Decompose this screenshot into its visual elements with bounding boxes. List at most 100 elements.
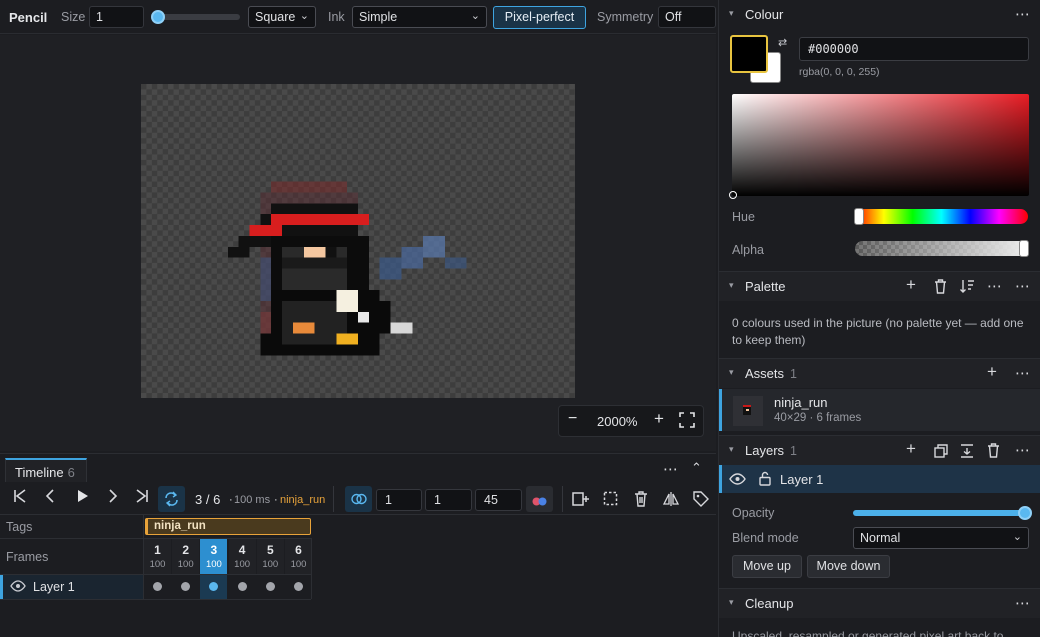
frames-row-label: Frames [6,550,49,564]
unlock-icon[interactable] [759,471,771,489]
palette-section-header[interactable]: ▾ Palette + ⋯ ⋯ [719,271,1040,301]
play-icon[interactable] [72,488,92,510]
chevron-down-icon: ▾ [729,597,734,607]
zoom-out-button[interactable]: − [568,410,577,428]
delete-frame-icon[interactable] [634,491,648,510]
flip-icon[interactable] [662,491,680,510]
first-frame-icon[interactable] [10,488,30,510]
cleanup-section-header[interactable]: ▾ Cleanup ⋯ [719,588,1040,618]
loop-toggle[interactable] [158,486,185,512]
ink-select[interactable]: Simple ⌄ [352,6,487,28]
frame-duration: 100 [149,559,166,570]
frame-header-3[interactable]: 3 100 [200,539,228,575]
canvas-viewport[interactable]: − 2000% + [0,35,716,451]
cel-4[interactable] [229,575,256,599]
sprite-canvas[interactable] [141,84,575,398]
timeline-panel: Timeline 6 ⋯ ⌃ 3 / 6 · 100 ms · ninja_run… [0,453,716,637]
move-up-button[interactable]: Move up [732,555,802,578]
chevron-down-icon: ▾ [729,367,734,377]
next-frame-icon[interactable] [102,488,122,510]
hue-slider[interactable] [854,208,1028,225]
move-down-button[interactable]: Move down [807,555,890,578]
layer-item-layer-1[interactable]: Layer 1 [719,465,1040,493]
chevron-down-icon: ⌄ [470,10,480,22]
tag-icon[interactable] [693,491,709,510]
more-icon[interactable]: ⋯ [1015,594,1030,612]
eye-icon[interactable] [729,473,746,488]
onion-opacity-input[interactable]: 45 [475,489,522,511]
frame-header-5[interactable]: 5 100 [256,539,284,575]
more-icon[interactable]: ⋯ [1015,441,1030,459]
last-frame-icon[interactable] [132,488,152,510]
assets-section-header[interactable]: ▾ Assets 1 + ⋯ [719,358,1040,388]
cel-dot [209,582,219,591]
symmetry-select[interactable]: Off [658,6,716,28]
saturation-value-picker[interactable] [729,94,1029,199]
zoom-in-button[interactable]: + [654,409,664,429]
onion-skin-toggle[interactable] [345,486,372,512]
add-icon[interactable]: + [987,362,997,382]
collapse-up-icon[interactable]: ⌃ [691,460,702,476]
opacity-label: Opacity [732,506,775,520]
cel-5[interactable] [257,575,284,599]
more-icon[interactable]: ⋯ [1015,364,1030,382]
hex-input[interactable]: #000000 [799,37,1029,61]
size-label: Size [61,10,86,24]
fit-screen-icon[interactable] [679,412,695,431]
cel-3[interactable] [200,575,228,599]
frame-number: 3 [210,543,218,557]
onion-tint-toggle[interactable] [526,486,553,512]
more-icon[interactable]: ⋯ [1015,5,1030,23]
onion-next-input[interactable]: 1 [425,489,472,511]
add-frame-icon[interactable] [572,491,589,510]
tags-row-label: Tags [6,520,33,534]
tool-name: Pencil [9,10,48,25]
brush-shape-select[interactable]: Square ⌄ [248,6,316,28]
asset-name: ninja_run [774,395,828,410]
cel-dot [237,582,247,591]
add-icon[interactable]: + [906,275,916,295]
trash-icon[interactable] [934,279,947,298]
pixel-perfect-toggle[interactable]: Pixel-perfect [493,6,586,29]
frame-header-4[interactable]: 4 100 [228,539,256,575]
more-icon[interactable]: ⋯ [987,277,1002,295]
primary-colour-swatch[interactable] [730,35,768,73]
alpha-label: Alpha [732,243,764,257]
cel-1[interactable] [144,575,171,599]
cel-6[interactable] [285,575,312,599]
merge-down-icon[interactable] [960,444,974,462]
onion-skin-icon [351,493,367,508]
tag-ninja-run[interactable]: ninja_run [145,518,311,535]
cel-2[interactable] [172,575,199,599]
duplicate-layer-icon[interactable] [934,444,948,462]
select-frames-icon[interactable] [603,491,618,509]
sort-icon[interactable] [960,279,975,297]
eye-icon[interactable] [10,580,26,595]
blend-mode-select[interactable]: Normal ⌄ [853,527,1029,549]
delete-layer-icon[interactable] [987,443,1000,462]
frame-header-1[interactable]: 1 100 [144,539,171,575]
layer-row-header[interactable]: Layer 1 [0,575,143,599]
asset-meta: 40×29 · 6 frames [774,412,862,424]
tab-timeline[interactable]: Timeline 6 [5,458,87,482]
layers-section-header[interactable]: ▾ Layers 1 + ⋯ [719,435,1040,465]
tool-options-bar: Pencil Size 1 Square ⌄ Ink Simple ⌄ Pixel-… [0,0,716,34]
frame-header-6[interactable]: 6 100 [285,539,312,575]
colour-section-header[interactable]: ▾ Colour ⋯ [719,0,1040,30]
more-icon[interactable]: ⋯ [663,460,678,478]
layer-opacity-slider[interactable] [853,506,1032,520]
sprite-preview [227,181,467,356]
prev-frame-icon[interactable] [41,488,61,510]
frame-duration: 100 [290,559,307,570]
onion-prev-input[interactable]: 1 [376,489,422,511]
chevron-down-icon: ⌄ [299,10,309,22]
more-icon[interactable]: ⋯ [1015,277,1030,295]
asset-item-ninja-run[interactable]: ninja_run 40×29 · 6 frames [719,389,1040,431]
frame-header-2[interactable]: 2 100 [172,539,200,575]
alpha-slider[interactable] [855,240,1029,257]
size-input[interactable]: 1 [89,6,144,28]
swap-colours-icon[interactable]: ⇄ [778,36,787,49]
ink-label: Ink [328,10,345,24]
add-layer-icon[interactable]: + [906,439,916,459]
frame-number: 4 [238,543,246,557]
